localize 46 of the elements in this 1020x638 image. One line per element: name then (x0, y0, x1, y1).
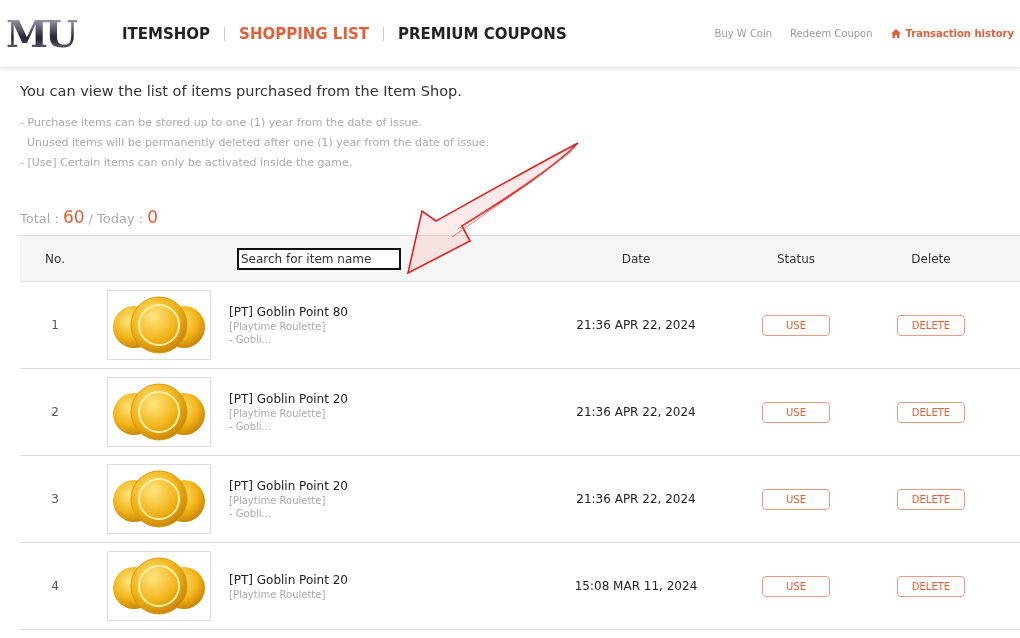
row-number: 3 (50, 492, 60, 506)
today-count: 0 (147, 207, 158, 227)
item-category: [Playtime Roulette] (229, 495, 327, 506)
total-label: Total : (20, 211, 59, 226)
use-button[interactable]: USE (762, 575, 830, 597)
purchase-date: 15:08 MAR 11, 2024 (573, 579, 699, 593)
column-header: Status (775, 251, 817, 266)
item-category: [Playtime Roulette] (229, 321, 327, 332)
column-header: Delete (910, 251, 952, 266)
header-link[interactable]: Buy W Coin (714, 28, 773, 39)
use-button[interactable]: USE (762, 314, 830, 336)
note-text: Unused items will be permanently deleted after one (1) year from the date of issue. (26, 135, 491, 151)
nav-tab[interactable]: SHOPPING LIST (239, 24, 370, 43)
item-name: [PT] Goblin Point 80 (229, 305, 348, 319)
header-link[interactable]: Redeem Coupon (790, 28, 873, 39)
transaction-history-link[interactable]: Transaction history (890, 28, 1014, 39)
item-description: - Gobli... (229, 334, 273, 345)
today-label: / Today : (88, 211, 144, 226)
search-field[interactable]: Search for item name (237, 247, 401, 270)
note-text: - [Use] Certain items can only be activated inside the game. (20, 155, 354, 171)
use-button[interactable]: USE (762, 401, 830, 423)
total-count: 60 (62, 207, 85, 227)
item-category: [Playtime Roulette] (229, 588, 327, 600)
item-description: - Gobli... (229, 421, 273, 432)
nav-tab[interactable]: ITEMSHOP (122, 24, 211, 43)
delete-button[interactable]: DELETE (897, 401, 965, 423)
column-header: Date (620, 251, 652, 266)
row-number: 4 (50, 579, 60, 593)
column-header: No. (44, 251, 66, 266)
item-name: [PT] Goblin Point 20 (229, 392, 348, 406)
item-description: - Gobli... (229, 508, 273, 519)
use-button[interactable]: USE (762, 488, 830, 510)
purchase-date: 21:36 APR 22, 2024 (575, 492, 697, 506)
intro-text: You can view the list of items purchased from the Item Shop. (20, 83, 463, 99)
row-number: 2 (50, 405, 60, 419)
purchase-date: 21:36 APR 22, 2024 (575, 318, 697, 332)
item-name: [PT] Goblin Point 20 (229, 572, 348, 587)
row-number: 1 (50, 318, 60, 332)
purchase-date: 21:36 APR 22, 2024 (575, 405, 697, 419)
nav-tab[interactable]: PREMIUM COUPONS (398, 24, 567, 43)
note-text: - Purchase items can be stored up to one (1) year from the date of issue. (20, 115, 423, 131)
item-category: [Playtime Roulette] (229, 408, 327, 419)
delete-button[interactable]: DELETE (897, 488, 965, 510)
item-name: [PT] Goblin Point 20 (229, 479, 348, 493)
delete-button[interactable]: DELETE (897, 314, 965, 336)
delete-button[interactable]: DELETE (897, 575, 965, 597)
